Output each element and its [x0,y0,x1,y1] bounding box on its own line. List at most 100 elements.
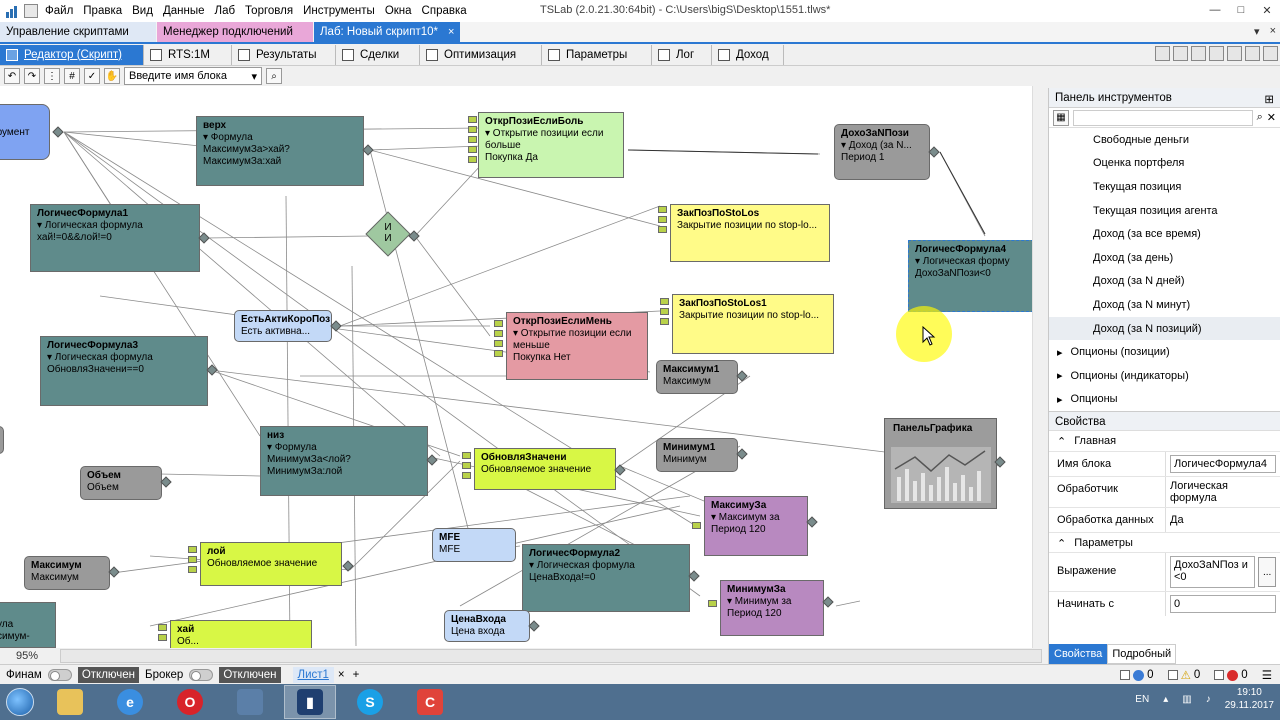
block-logic-formula-2[interactable]: ЛогичесФормула2 ▾ Логическая формула Цен… [522,544,690,612]
block-name-field[interactable]: ЛогичесФормула4 [1170,455,1276,474]
tab-results[interactable]: Результаты [232,44,336,65]
block-income-n-positions[interactable]: ДохоЗаNПози ▾ Доход (за N... Период 1 [834,124,930,180]
block-loy[interactable]: лой Обновляемое значение [200,542,342,586]
tab-lab-new-script[interactable]: Лаб: Новый скрипт10* × [314,22,460,42]
info-counter[interactable]: 0 [1120,669,1154,681]
tab-parameters[interactable]: Параметры [542,44,652,65]
block-instrument[interactable]: струмент [0,104,50,160]
data-processing-value[interactable]: Да [1165,508,1280,533]
taskbar-red-app[interactable]: C [404,685,456,719]
block-entry-price[interactable]: ЦенаВхода Цена входа [444,610,530,642]
script-canvas[interactable]: струмент верх ▾ Формула МаксимумЗа>хай? … [0,86,1032,648]
input-port[interactable] [188,556,197,563]
checkbox[interactable] [1167,670,1178,680]
search-icon[interactable]: ⌕ [266,68,282,84]
block-minimum-1[interactable]: Минимум1 Минимум [656,438,738,472]
block-logic-formula-4[interactable]: ЛогичесФормула4 ▾ Логическая форму ДохоЗ… [908,240,1032,312]
tools-search-input[interactable] [1073,109,1253,126]
close-sheet-icon[interactable]: × [334,669,349,681]
pin-icon[interactable]: ⊞ [1264,92,1274,106]
start-button[interactable] [0,684,40,720]
tab-connection-manager[interactable]: Менеджер подключений [157,22,313,42]
block-logic-formula-3[interactable]: ЛогичесФормула3 ▾ Логическая формула Обн… [40,336,208,406]
input-port[interactable] [708,600,717,607]
tab-rts-1m[interactable]: RTS:1M [144,44,232,65]
hand-icon[interactable]: ✋ [104,68,120,84]
block-niz[interactable]: низ ▾ Формула МинимумЗа<лой? МинимумЗа:л… [260,426,428,496]
chevron-down-icon[interactable]: ▾ [251,70,257,83]
sheet-tab[interactable]: Лист1 [292,666,334,683]
clock[interactable]: 19:10 29.11.2017 [1225,686,1274,712]
block-verh[interactable]: верх ▾ Формула МаксимумЗа>хай? МаксимумЗ… [196,116,364,186]
warning-counter[interactable]: ⚠ 0 [1167,668,1200,682]
input-port[interactable] [468,156,477,163]
block-open-if-greater[interactable]: ОткрПозиЕслиБоль ▾ Открытие позиции если… [478,112,624,178]
block-has-active-short[interactable]: ЕстьАктиКороПоз Есть активна... [234,310,332,342]
taskbar-ie[interactable]: e [104,685,156,719]
menu-windows[interactable]: Окна [380,5,417,17]
input-port[interactable] [468,136,477,143]
tool-item-income-n-days[interactable]: Доход (за N дней) [1049,270,1280,294]
broker-toggle[interactable] [189,668,214,681]
block-mfe[interactable]: MFE MFE [432,528,516,562]
close-button[interactable]: ✕ [1254,0,1280,20]
minimize-button[interactable]: — [1202,0,1228,20]
input-port[interactable] [188,566,197,573]
block-volume[interactable]: Объем Объем [80,466,162,500]
taskbar-network[interactable] [224,685,276,719]
start-from-field[interactable]: 0 [1170,595,1276,614]
tab-editor-script[interactable]: Редактор (Скрипт) [0,44,144,65]
taskbar-opera[interactable]: O [164,685,216,719]
maximize-button[interactable]: □ [1228,0,1254,20]
block-open-if-less[interactable]: ОткрПозиЕслиМень ▾ Открытие позиции если… [506,312,648,380]
menu-view[interactable]: Вид [127,5,158,17]
block-hay[interactable]: хай Об... [170,620,312,648]
tool-group-options-positions[interactable]: ▸ Опционы (позиции) [1049,340,1280,364]
taskbar-skype[interactable]: S [344,685,396,719]
input-port[interactable] [188,546,197,553]
input-port[interactable] [658,216,667,223]
zoom-level[interactable]: 95% [0,650,60,662]
window-menu-icon[interactable] [24,4,38,18]
close-tab-icon[interactable]: × [448,26,454,38]
input-port[interactable] [692,522,701,529]
network-tray-icon[interactable]: ▥ [1182,694,1191,705]
input-port[interactable] [660,308,669,315]
checkbox-icon[interactable]: ✓ [84,68,100,84]
settings-icon[interactable] [1263,46,1278,61]
tool-item-current-position[interactable]: Текущая позиция [1049,175,1280,199]
checkbox[interactable] [1120,670,1131,680]
redo-icon[interactable]: ↷ [24,68,40,84]
taskbar-explorer[interactable] [44,685,96,719]
tab-log[interactable]: Лог [652,44,712,65]
input-port[interactable] [658,226,667,233]
taskbar-tslab[interactable]: ▮ [284,685,336,719]
block-maximum-1[interactable]: Максимум1 Максимум [656,360,738,394]
search-icon[interactable]: ⌕ [1257,111,1263,124]
menu-file[interactable]: Файл [40,5,78,17]
input-port[interactable] [462,472,471,479]
save-all-icon[interactable] [1209,46,1224,61]
input-port[interactable] [462,462,471,469]
save-icon[interactable] [1191,46,1206,61]
canvas-vertical-scrollbar[interactable] [1032,86,1046,648]
menu-tools[interactable]: Инструменты [298,5,380,17]
block-maximum[interactable]: Максимум Максимум [24,556,110,590]
tool-item-portfolio-value[interactable]: Оценка портфеля [1049,152,1280,176]
input-port[interactable] [158,634,167,641]
add-sheet-icon[interactable]: + [349,669,364,681]
input-port[interactable] [468,116,477,123]
menu-edit[interactable]: Правка [78,5,127,17]
open-icon[interactable] [1173,46,1188,61]
clear-search-icon[interactable]: ✕ [1267,111,1276,124]
align-icon[interactable]: ⋮ [44,68,60,84]
input-port[interactable] [660,298,669,305]
tab-list-dropdown-icon[interactable]: ▾ [1254,25,1260,38]
input-port[interactable] [468,146,477,153]
checkbox[interactable] [1214,670,1225,680]
block-minimum-for[interactable]: МинимумЗа ▾ Минимум за Период 120 [720,580,824,636]
volume-icon[interactable]: ♪ [1206,694,1211,705]
finam-toggle[interactable] [47,668,72,681]
input-port[interactable] [660,318,669,325]
language-indicator[interactable]: EN [1135,694,1149,705]
